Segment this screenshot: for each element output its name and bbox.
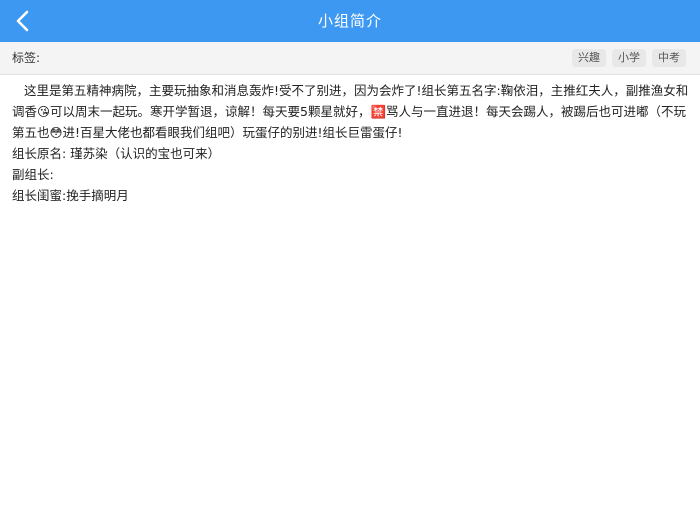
group-description: 这里是第五精神病院，主要玩抽象和消息轰炸!受不了别进，因为会炸了!组长第五名字:… (12, 80, 690, 206)
tag-bar: 标签: 兴趣 小学 中考 (0, 42, 700, 75)
vice-leader: 副组长: (12, 167, 54, 182)
tag-chip[interactable]: 小学 (612, 49, 646, 67)
top-nav-bar: 小组简介 (0, 0, 700, 42)
tags-label: 标签: (12, 51, 41, 65)
tag-chip[interactable]: 中考 (652, 49, 686, 67)
intro-paragraph: 这里是第五精神病院，主要玩抽象和消息轰炸!受不了别进，因为会炸了!组长第五名字:… (12, 83, 689, 140)
tag-chip[interactable]: 兴趣 (572, 49, 606, 67)
leader-original-name: 组长原名: 瑾苏染（认识的宝也可来） (12, 146, 221, 161)
page-title: 小组简介 (317, 12, 382, 30)
tag-list: 兴趣 小学 中考 (572, 49, 686, 67)
leader-bestie: 组长闺蜜:挽手摘明月 (12, 188, 129, 203)
